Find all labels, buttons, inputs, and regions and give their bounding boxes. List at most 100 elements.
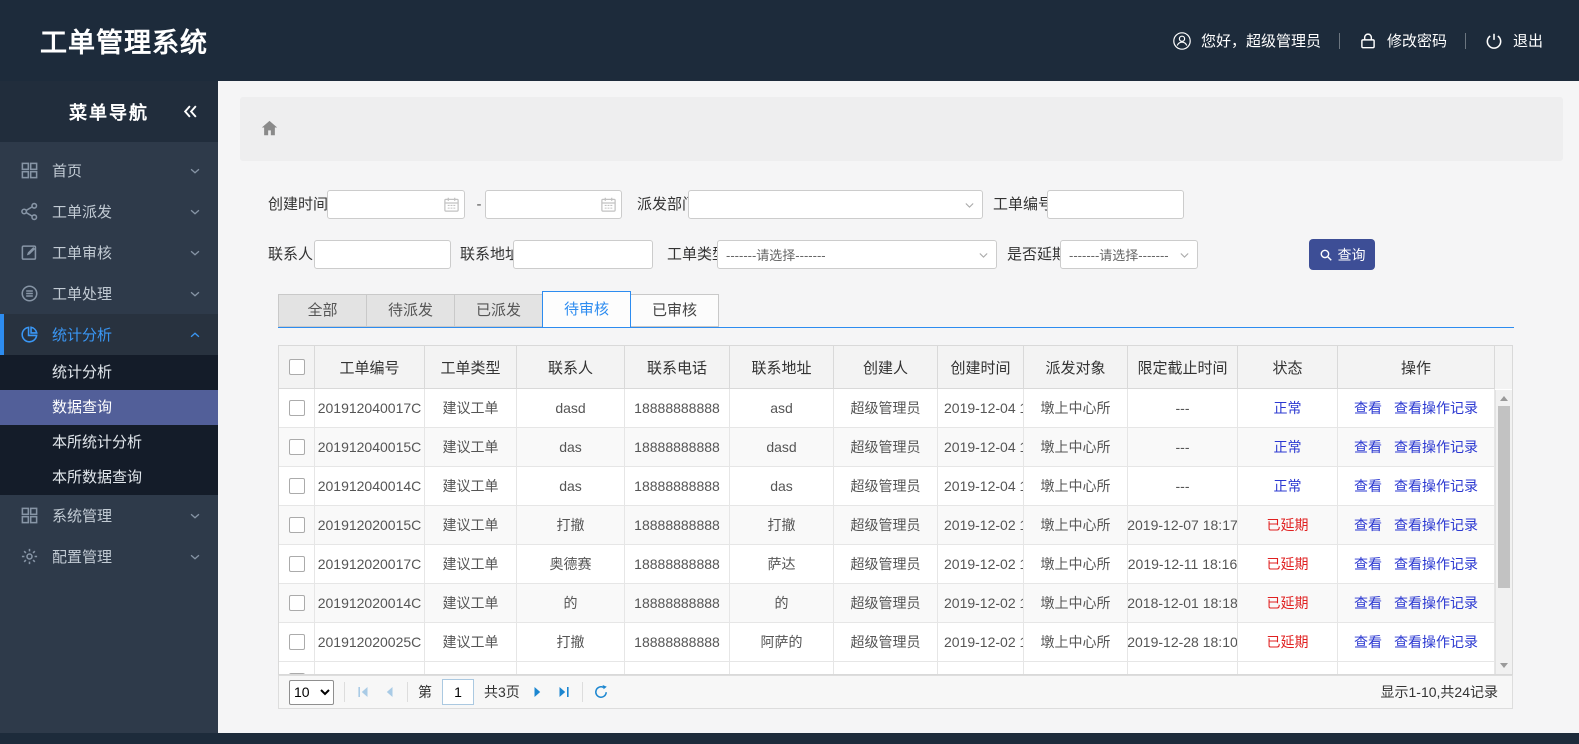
contact-input[interactable] [314, 240, 451, 269]
column-header: 派发对象 [1024, 346, 1128, 389]
sidebar-collapse-icon[interactable] [181, 102, 200, 121]
sidebar-item-order-review[interactable]: 工单审核 [0, 232, 218, 273]
column-header: 联系电话 [625, 346, 730, 389]
sidebar-menu: 首页 工单派发 工单审核 工单处理 统计分析 统计分析 数据查询 本所统计分析 本所数据查询 系统… [0, 142, 218, 577]
view-link[interactable]: 查看 [1354, 593, 1382, 613]
row-checkbox[interactable] [288, 634, 305, 650]
view-log-link[interactable]: 查看操作记录 [1394, 476, 1478, 496]
view-link[interactable]: 查看 [1354, 632, 1382, 652]
cell-actions: 查看 查看操作记录 [1338, 584, 1495, 623]
logout-button[interactable]: 退出 [1484, 30, 1543, 51]
cell-dispatch-to: 墩上中心所 [1024, 389, 1128, 428]
scrollbar-thumb[interactable] [1498, 406, 1510, 588]
prev-page-button[interactable] [381, 684, 397, 700]
column-header: 操作 [1338, 346, 1495, 389]
page-number-input[interactable] [442, 679, 474, 705]
view-link[interactable]: 查看 [1354, 398, 1382, 418]
cell-order-type: 建议工单 [425, 623, 517, 662]
cell-phone: 18888888888 [625, 584, 730, 623]
first-page-button[interactable] [355, 684, 371, 700]
sidebar-item-config[interactable]: 配置管理 [0, 536, 218, 577]
cell-address: asd [730, 389, 834, 428]
table-header: 工单编号 工单类型 联系人 联系电话 联系地址 创建人 创建时间 派发对象 限定截止时间 状态 操作 [279, 346, 1512, 389]
cell-order-type: 建议工单 [425, 584, 517, 623]
cell-order-no: 201912040015C [315, 428, 425, 467]
row-checkbox[interactable] [288, 400, 305, 416]
dispatch-dept-select[interactable] [688, 190, 983, 219]
view-log-link[interactable]: 查看操作记录 [1394, 593, 1478, 613]
view-link[interactable]: 查看 [1354, 515, 1382, 535]
records-summary: 显示1-10,共24记录 [1380, 684, 1498, 700]
cell-order-type: 建议工单 [425, 389, 517, 428]
cell-order-type: 建议工单 [425, 506, 517, 545]
address-label: 联系地址 [460, 246, 521, 263]
view-log-link[interactable]: 查看操作记录 [1394, 632, 1478, 652]
sidebar-subitem-stats-analysis[interactable]: 统计分析 [0, 355, 218, 390]
cell-phone: 18888888888 [625, 428, 730, 467]
row-checkbox[interactable] [288, 517, 305, 533]
address-input[interactable] [513, 240, 653, 269]
sidebar-item-order-process[interactable]: 工单处理 [0, 273, 218, 314]
divider [581, 682, 583, 702]
view-link[interactable]: 查看 [1354, 476, 1382, 496]
cell-phone: 18888888888 [625, 545, 730, 584]
cell-phone: 18888888888 [625, 506, 730, 545]
view-link[interactable]: 查看 [1354, 554, 1382, 574]
row-checkbox[interactable] [288, 478, 305, 494]
next-page-button[interactable] [530, 684, 546, 700]
column-header: 工单类型 [425, 346, 517, 389]
sidebar-item-home[interactable]: 首页 [0, 150, 218, 191]
calendar-icon[interactable] [600, 196, 617, 213]
user-greeting[interactable]: 您好，超级管理员 [1172, 30, 1321, 51]
sidebar-subitem-branch-data-query[interactable]: 本所数据查询 [0, 460, 218, 495]
order-type-select[interactable]: -------请选择------- [717, 240, 997, 269]
change-password-button[interactable]: 修改密码 [1358, 30, 1447, 51]
calendar-icon[interactable] [443, 196, 460, 213]
orders-table: 工单编号 工单类型 联系人 联系电话 联系地址 创建人 创建时间 派发对象 限定截止时间 状态 操作… [278, 345, 1513, 675]
tab-to-review[interactable]: 待审核 [542, 291, 631, 328]
cell-actions: 查看 查看操作记录 [1338, 623, 1495, 662]
tab-dispatched[interactable]: 已派发 [454, 294, 543, 327]
sidebar: 菜单导航 首页 工单派发 工单审核 工单处理 统计分析 统计分析 数据查询 本所统计分析 本所数… [0, 81, 218, 744]
row-checkbox[interactable] [288, 595, 305, 611]
tab-reviewed[interactable]: 已审核 [630, 294, 719, 327]
refresh-button[interactable] [593, 684, 609, 700]
sidebar-item-order-dispatch[interactable]: 工单派发 [0, 191, 218, 232]
tab-to-dispatch[interactable]: 待派发 [366, 294, 455, 327]
sidebar-item-stats[interactable]: 统计分析 [0, 314, 218, 355]
sidebar-subitem-data-query[interactable]: 数据查询 [0, 390, 218, 425]
gear-icon [20, 547, 39, 566]
tab-all[interactable]: 全部 [278, 294, 367, 327]
view-log-link[interactable]: 查看操作记录 [1394, 554, 1478, 574]
sidebar-item-system[interactable]: 系统管理 [0, 495, 218, 536]
cell-contact: 的 [517, 584, 625, 623]
view-log-link[interactable]: 查看操作记录 [1394, 398, 1478, 418]
divider [1338, 32, 1340, 49]
cell-creator: 超级管理员 [834, 467, 938, 506]
view-log-link[interactable]: 查看操作记录 [1394, 515, 1478, 535]
cell-deadline: 2019-12-28 18:10 [1128, 623, 1238, 662]
home-icon[interactable] [258, 117, 281, 140]
view-link[interactable]: 查看 [1354, 437, 1382, 457]
chevron-down-icon [977, 249, 990, 262]
sidebar-subitem-branch-stats[interactable]: 本所统计分析 [0, 425, 218, 460]
scroll-down-button[interactable] [1496, 658, 1512, 672]
scroll-up-button[interactable] [1496, 391, 1512, 405]
view-log-link[interactable]: 查看操作记录 [1394, 437, 1478, 457]
row-checkbox[interactable] [288, 439, 305, 455]
table-scrollbar[interactable] [1495, 390, 1512, 674]
cell-address: 的 [730, 584, 834, 623]
sidebar-item-label: 首页 [52, 163, 83, 180]
select-all-checkbox[interactable] [288, 359, 305, 375]
search-button[interactable]: 查询 [1309, 239, 1375, 270]
last-page-button[interactable] [556, 684, 572, 700]
is-delayed-label: 是否延期 [1007, 246, 1068, 263]
order-no-input[interactable] [1047, 190, 1184, 219]
cell-creator: 超级管理员 [834, 623, 938, 662]
row-checkbox[interactable] [288, 556, 305, 572]
logout-label: 退出 [1512, 33, 1543, 50]
row-checkbox-cell [279, 545, 315, 584]
app-header: 工单管理系统 您好，超级管理员 修改密码 退出 [0, 0, 1579, 81]
page-size-select[interactable]: 10 [289, 679, 334, 705]
is-delayed-select[interactable]: -------请选择------- [1060, 240, 1198, 269]
